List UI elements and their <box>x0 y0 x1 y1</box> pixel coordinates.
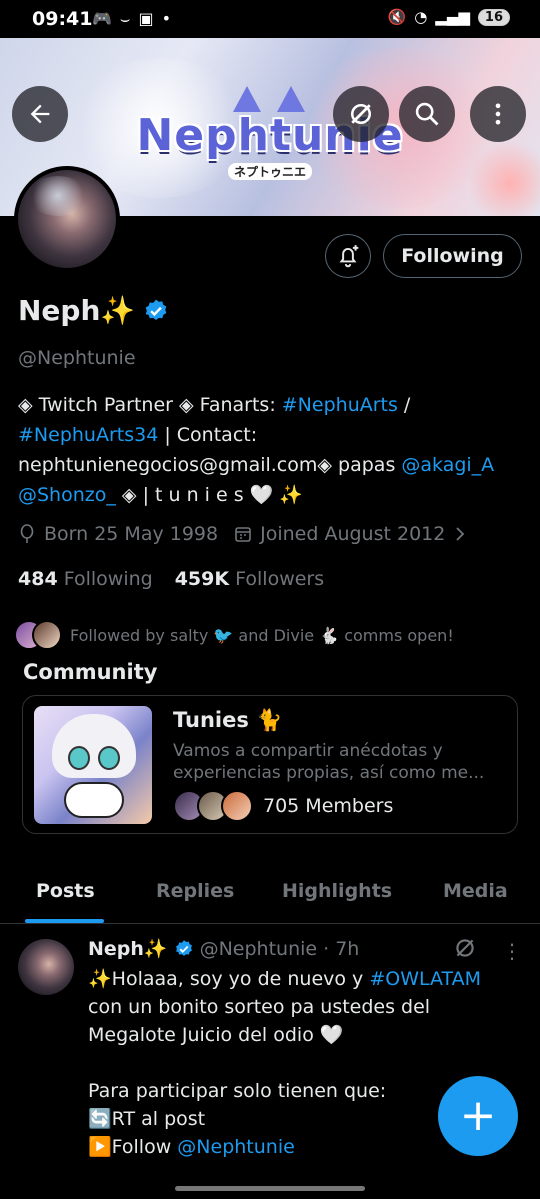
verified-badge-icon[interactable] <box>143 298 169 324</box>
plus-icon: + <box>459 1090 497 1141</box>
profile-bio: ◈ Twitch Partner ◈ Fanarts: #NephuArts /… <box>18 390 528 510</box>
tab-posts[interactable]: Posts <box>36 880 95 902</box>
post-text-part: con un bonito sorteo pa ustedes del Mega… <box>88 996 431 1046</box>
search-button[interactable] <box>399 86 455 142</box>
profile-meta: Born 25 May 1998 Joined August 2012 <box>18 523 483 545</box>
followed-by-text: Followed by salty 🐦 and Divie 🐇 comms op… <box>70 625 454 645</box>
profile-avatar[interactable] <box>14 166 120 272</box>
profile-handle: @Nephtunie <box>18 347 136 369</box>
followed-by[interactable]: Followed by salty 🐦 and Divie 🐇 comms op… <box>14 620 454 650</box>
search-icon <box>415 102 439 126</box>
profile-name-row: Neph✨ <box>18 294 169 327</box>
signal-icon: ▂▄▆ <box>435 8 470 26</box>
grok-button[interactable] <box>333 86 389 142</box>
hashtag-link[interactable]: #OWLATAM <box>369 968 481 990</box>
post-header: Neph✨ @Nephtunie · 7h <box>88 937 360 961</box>
post[interactable]: Neph✨ @Nephtunie · 7h ⋮ ✨Holaaa, soy yo … <box>0 925 540 1199</box>
post-text-part: ✨Holaaa, soy yo de nuevo y <box>88 968 370 990</box>
avatar-image <box>18 170 116 268</box>
post-text-part: Para participar solo tienen que: <box>88 1080 387 1102</box>
hashtag-link[interactable]: #NephuArts34 <box>18 424 158 446</box>
following-button[interactable]: Following <box>383 234 522 278</box>
more-options-button[interactable] <box>470 86 526 142</box>
status-time: 09:41 <box>32 8 93 30</box>
post-avatar[interactable] <box>18 939 74 995</box>
balloon-icon <box>20 524 34 543</box>
banner-logo-subtext: ネプトゥニエ <box>227 163 312 180</box>
notifications-button[interactable] <box>325 234 371 278</box>
birthday-info: Born 25 May 1998 <box>18 523 218 545</box>
mute-icon: 🔇 <box>387 8 407 26</box>
followers-count-link[interactable]: 459K Followers <box>175 568 324 590</box>
member-avatars <box>173 790 253 822</box>
calendar-icon <box>235 527 251 542</box>
community-card[interactable]: Tunies 🐈 Vamos a compartir anécdotas y e… <box>22 695 518 834</box>
twitch-icon: ▣ <box>138 9 154 28</box>
active-tab-indicator <box>25 919 104 923</box>
community-description: Vamos a compartir anécdotas y experienci… <box>173 741 485 783</box>
verified-badge-icon <box>175 939 192 956</box>
dot-icon: • <box>161 9 172 28</box>
joined-info[interactable]: Joined August 2012 <box>234 523 467 545</box>
bio-text: ◈ | t u n i e s 🤍 ✨ <box>115 484 303 506</box>
mention-link[interactable]: @akagi_A <box>401 454 494 476</box>
bio-text: ◈ Twitch Partner ◈ Fanarts: <box>18 394 282 416</box>
home-indicator[interactable] <box>175 1186 365 1191</box>
grok-icon[interactable] <box>452 935 478 961</box>
tab-media[interactable]: Media <box>443 880 508 902</box>
follow-counts: 484 Following 459K Followers <box>18 568 324 590</box>
community-image <box>34 706 152 824</box>
tab-replies[interactable]: Replies <box>156 880 234 902</box>
profile-tabs: Posts Replies Highlights Media <box>0 868 540 924</box>
post-text-part: ▶️Follow <box>88 1136 178 1158</box>
mention-link[interactable]: @Nephtunie <box>177 1136 295 1158</box>
compose-post-button[interactable]: + <box>438 1076 518 1156</box>
wifi-icon: ◔ <box>414 8 428 26</box>
hashtag-link[interactable]: #NephuArts <box>282 394 398 416</box>
profile-name: Neph✨ <box>18 294 136 327</box>
following-count-link[interactable]: 484 Following <box>18 568 153 590</box>
bio-text: / <box>397 394 411 416</box>
amazon-icon: ⌣ <box>119 9 131 28</box>
following-count: 484 <box>18 568 58 590</box>
back-arrow-icon <box>30 104 50 124</box>
battery-icon: 16 <box>477 8 510 26</box>
bell-plus-icon <box>339 245 359 268</box>
followers-count: 459K <box>174 568 230 590</box>
following-label: Following <box>63 568 153 590</box>
community-members: 705 Members <box>173 790 393 822</box>
joined-text: Joined August 2012 <box>260 523 446 545</box>
system-icons: 🔇 ◔ ▂▄▆ 16 <box>388 8 510 26</box>
chevron-right-icon <box>456 527 465 541</box>
more-vertical-icon <box>495 103 501 125</box>
tab-highlights[interactable]: Highlights <box>282 880 392 902</box>
post-author-name[interactable]: Neph✨ <box>88 937 168 960</box>
members-count: 705 Members <box>263 795 394 817</box>
grok-icon <box>351 104 371 124</box>
followed-by-avatars <box>14 620 62 650</box>
community-name: Tunies 🐈 <box>173 708 283 732</box>
birthday-text: Born 25 May 1998 <box>44 523 219 545</box>
post-more-icon[interactable]: ⋮ <box>502 939 522 963</box>
mention-link[interactable]: @Shonzo_ <box>18 484 116 506</box>
discord-icon: 🎮 <box>92 9 112 28</box>
post-handle-time: @Nephtunie · 7h <box>199 937 360 960</box>
notification-icons: 🎮 ⌣ ▣ • <box>92 9 171 29</box>
back-button[interactable] <box>12 86 68 142</box>
community-section-title: Community <box>23 660 158 684</box>
status-bar: 09:41 🎮 ⌣ ▣ • 🔇 ◔ ▂▄▆ 16 <box>0 0 540 38</box>
followers-label: Followers <box>235 568 325 590</box>
post-text-part: 🔄RT al post <box>88 1108 206 1130</box>
